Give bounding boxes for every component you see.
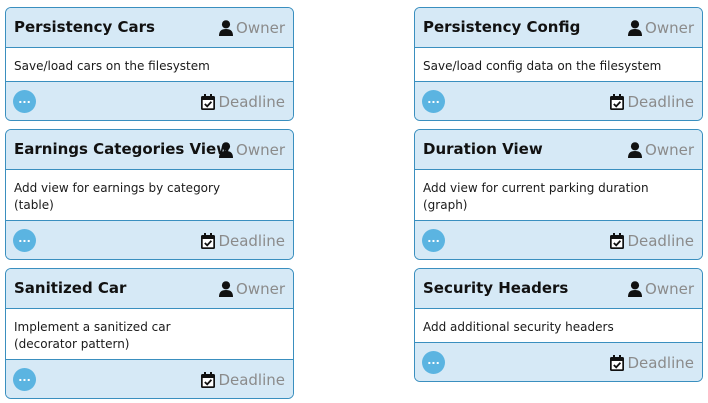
deadline-label: Deadline: [627, 232, 694, 250]
task-card[interactable]: Earnings Categories View Owner Add view …: [5, 129, 294, 260]
user-icon: [628, 281, 643, 297]
card-body: Save/load cars on the filesystem: [6, 48, 293, 75]
card-header: Persistency Config Owner: [415, 8, 702, 48]
card-header: Sanitized Car Owner: [6, 269, 293, 309]
deadline-label: Deadline: [627, 93, 694, 111]
deadline-button[interactable]: Deadline: [610, 92, 694, 112]
card-title: Duration View: [423, 140, 543, 158]
card-description-line: Add additional security headers: [423, 320, 614, 334]
owner-button[interactable]: Owner: [219, 18, 285, 38]
card-footer: ... Deadline: [6, 359, 293, 398]
more-options-button[interactable]: ...: [422, 351, 445, 374]
calendar-check-icon: [610, 355, 625, 371]
card-footer: ... Deadline: [6, 220, 293, 259]
card-body: Save/load config data on the filesystem: [415, 48, 702, 75]
deadline-button[interactable]: Deadline: [201, 370, 285, 390]
task-card[interactable]: Duration View Owner Add view for current…: [414, 129, 703, 260]
card-footer: ... Deadline: [415, 220, 702, 259]
card-title: Persistency Cars: [14, 18, 155, 36]
card-title: Persistency Config: [423, 18, 581, 36]
card-footer: ... Deadline: [415, 342, 702, 381]
user-icon: [628, 20, 643, 36]
card-description-line: (table): [14, 198, 54, 212]
owner-label: Owner: [236, 19, 285, 37]
card-description-line: Save/load cars on the filesystem: [14, 59, 210, 73]
calendar-check-icon: [610, 94, 625, 110]
card-description-line: Save/load config data on the filesystem: [423, 59, 662, 73]
owner-button[interactable]: Owner: [219, 279, 285, 299]
task-card[interactable]: Persistency Cars Owner Save/load cars on…: [5, 7, 294, 121]
more-options-button[interactable]: ...: [13, 229, 36, 252]
user-icon: [219, 20, 234, 36]
card-body: Add additional security headers: [415, 309, 702, 336]
owner-button[interactable]: Owner: [628, 279, 694, 299]
deadline-label: Deadline: [218, 93, 285, 111]
more-options-button[interactable]: ...: [422, 90, 445, 113]
user-icon: [219, 281, 234, 297]
card-description-line: (decorator pattern): [14, 337, 130, 351]
card-footer: ... Deadline: [6, 81, 293, 120]
card-description-line: Add view for current parking duration: [423, 181, 649, 195]
card-description-line: Add view for earnings by category: [14, 181, 221, 195]
deadline-button[interactable]: Deadline: [610, 353, 694, 373]
card-footer: ... Deadline: [415, 81, 702, 120]
more-options-button[interactable]: ...: [422, 229, 445, 252]
card-title: Security Headers: [423, 279, 569, 297]
owner-label: Owner: [645, 141, 694, 159]
owner-button[interactable]: Owner: [219, 140, 285, 160]
card-header: Persistency Cars Owner: [6, 8, 293, 48]
owner-button[interactable]: Owner: [628, 140, 694, 160]
deadline-button[interactable]: Deadline: [610, 231, 694, 251]
owner-button[interactable]: Owner: [628, 18, 694, 38]
calendar-check-icon: [201, 372, 216, 388]
deadline-label: Deadline: [218, 232, 285, 250]
card-description-line: (graph): [423, 198, 468, 212]
owner-label: Owner: [236, 280, 285, 298]
more-options-button[interactable]: ...: [13, 368, 36, 391]
deadline-button[interactable]: Deadline: [201, 231, 285, 251]
owner-label: Owner: [645, 280, 694, 298]
card-title: Earnings Categories View: [14, 140, 231, 158]
card-body: Add view for current parking duration (g…: [415, 170, 702, 214]
card-description-line: Implement a sanitized car: [14, 320, 171, 334]
calendar-check-icon: [201, 233, 216, 249]
more-options-button[interactable]: ...: [13, 90, 36, 113]
card-title: Sanitized Car: [14, 279, 127, 297]
deadline-button[interactable]: Deadline: [201, 92, 285, 112]
card-header: Earnings Categories View Owner: [6, 130, 293, 170]
task-card[interactable]: Persistency Config Owner Save/load confi…: [414, 7, 703, 121]
calendar-check-icon: [201, 94, 216, 110]
user-icon: [219, 142, 234, 158]
user-icon: [628, 142, 643, 158]
card-header: Security Headers Owner: [415, 269, 702, 309]
card-body: Add view for earnings by category (table…: [6, 170, 293, 214]
calendar-check-icon: [610, 233, 625, 249]
card-body: Implement a sanitized car (decorator pat…: [6, 309, 293, 353]
task-card[interactable]: Security Headers Owner Add additional se…: [414, 268, 703, 382]
owner-label: Owner: [645, 19, 694, 37]
deadline-label: Deadline: [627, 354, 694, 372]
deadline-label: Deadline: [218, 371, 285, 389]
task-card[interactable]: Sanitized Car Owner Implement a sanitize…: [5, 268, 294, 399]
owner-label: Owner: [236, 141, 285, 159]
card-header: Duration View Owner: [415, 130, 702, 170]
